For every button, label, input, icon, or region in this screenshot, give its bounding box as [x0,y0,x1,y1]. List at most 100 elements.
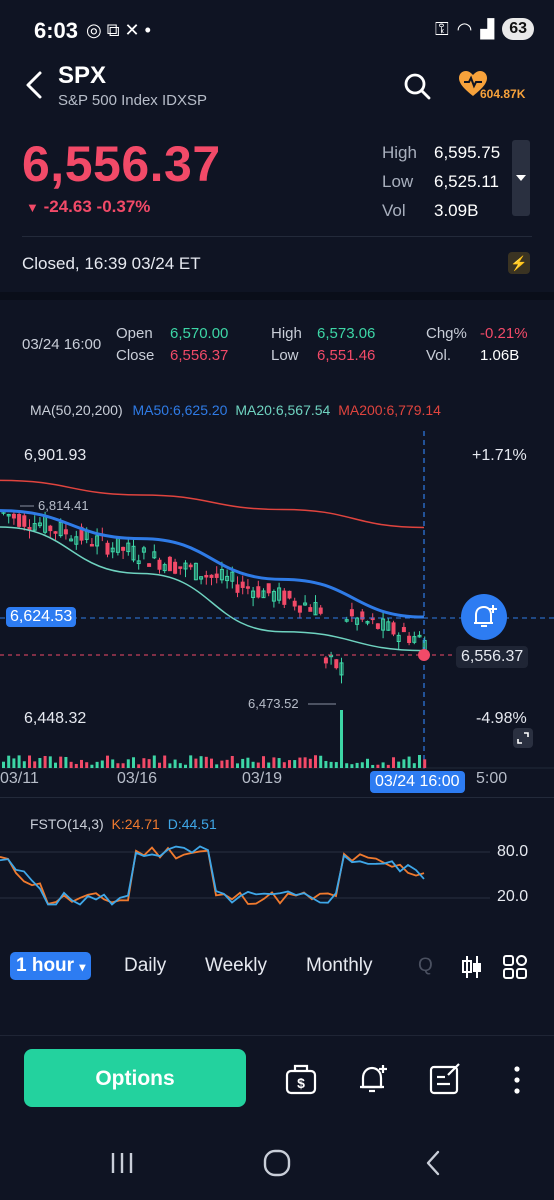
candle-body [157,559,162,570]
ma20-line [0,526,425,652]
volume-bar [272,757,276,768]
volume-bar [288,760,291,768]
high-value: 6,595.75 [434,143,501,162]
candle-body [282,590,287,605]
volume-bar [28,755,31,768]
chart-bottom-price: 6,448.32 [24,710,87,727]
ma-legend-label: MA(50,20,200) [30,402,123,418]
volume-bar [22,761,26,768]
candle-body [349,609,354,617]
trade-icon[interactable]: $ [284,1062,318,1096]
back-arrow-icon[interactable] [22,70,48,100]
svg-text:$: $ [297,1075,305,1091]
volume-bar [345,763,349,768]
candle-body [240,581,245,588]
volume-bar [80,759,83,768]
status-right: ⚿ ◠ ▟ 63 [435,18,534,40]
candle-body [318,607,323,614]
volume-bar [168,763,172,768]
vol-value: 3.09B [434,201,479,220]
note-edit-icon[interactable] [428,1062,462,1096]
candle-body [401,627,406,633]
crosshair-price-tag: 6,624.53 [6,607,77,627]
ohlc-vol-value: 1.06B [480,347,520,364]
recent-apps-icon[interactable] [108,1150,136,1176]
volume-bar [142,758,146,768]
candle-type-icon[interactable] [460,954,484,980]
high-label: High [382,143,417,162]
volume-bar [7,755,11,768]
volume-bar [423,759,427,768]
volume-bar [116,763,120,768]
oscillator-chart[interactable] [0,838,554,918]
ma20-value: MA20:6,567.54 [235,402,331,418]
volume-bar [147,759,151,768]
home-icon[interactable] [262,1148,292,1178]
fullscreen-icon[interactable] [512,727,534,749]
candle-body [167,556,172,572]
back-icon[interactable] [422,1148,444,1178]
search-icon[interactable] [403,72,431,100]
volume-bar [178,763,182,768]
symbol-subtitle: S&P 500 Index IDXSP [58,92,207,109]
candle-body [105,542,110,555]
more-menu-icon[interactable] [508,1064,526,1096]
volume-bar [85,762,89,768]
ohlc-vol-label: Vol. [426,347,452,364]
market-status: Closed, 16:39 03/24 ET [22,254,201,273]
lightning-icon[interactable]: ⚡ [508,252,530,274]
ohlc-datetime: 03/24 16:00 [22,336,102,353]
last-price: 6,556.37 [22,136,221,192]
volume-bar [225,759,229,768]
indicators-grid-icon[interactable] [502,954,528,980]
volume-bar [329,761,333,768]
ma50-value: MA50:6,625.20 [132,402,228,418]
x-label-time: 5:00 [476,770,508,787]
candle-body [204,574,209,578]
volume-bar [360,762,364,768]
volume-bar [90,764,94,768]
volume-bar [236,763,239,768]
candle-body [245,586,250,589]
volume-bar [43,756,47,768]
chart-bottom-pct: -4.98% [476,710,527,727]
volume-bar [210,758,213,768]
tab-1-hour[interactable]: 1 hour ▾ [10,952,92,980]
tab-quarterly[interactable]: Q [418,955,433,977]
volume-bar [314,755,317,768]
osc-level-high: 80.0 [497,843,529,860]
candle-body [89,544,94,547]
volume-bar [204,756,208,768]
volume-bar [194,758,198,768]
down-arrow-icon: ▼ [26,200,39,215]
candle-body [287,590,292,599]
candle-body [147,563,152,567]
signal-icon: ▟ [480,18,495,39]
volume-bar [184,764,187,768]
expand-stats-button[interactable] [512,140,530,216]
options-button[interactable]: Options [24,1049,246,1107]
volume-bar [392,757,395,768]
osc-level-low: 20.0 [497,888,529,905]
add-alert-button[interactable] [460,593,508,641]
volume-bar [152,755,156,768]
volume-bar [293,760,297,768]
price-change-value: -24.63 -0.37% [43,197,151,216]
divider [0,797,554,798]
volume-bar [59,756,63,768]
close-value: 6,556.37 [170,347,229,364]
chg-label: Chg% [426,325,467,342]
volume-bar [371,764,375,768]
tab-daily[interactable]: Daily [124,955,166,977]
volume-bar [376,764,380,768]
candle-body [235,584,240,593]
volume-bar [355,762,359,768]
candle-body [407,635,412,643]
tab-monthly[interactable]: Monthly [306,955,373,977]
volume-bar [277,758,281,768]
volume-bar [121,763,125,768]
volume-bar [69,761,73,768]
price-alert-icon[interactable] [356,1062,390,1096]
tab-weekly[interactable]: Weekly [205,955,267,977]
tab-1-hour-label: 1 hour [16,955,75,976]
